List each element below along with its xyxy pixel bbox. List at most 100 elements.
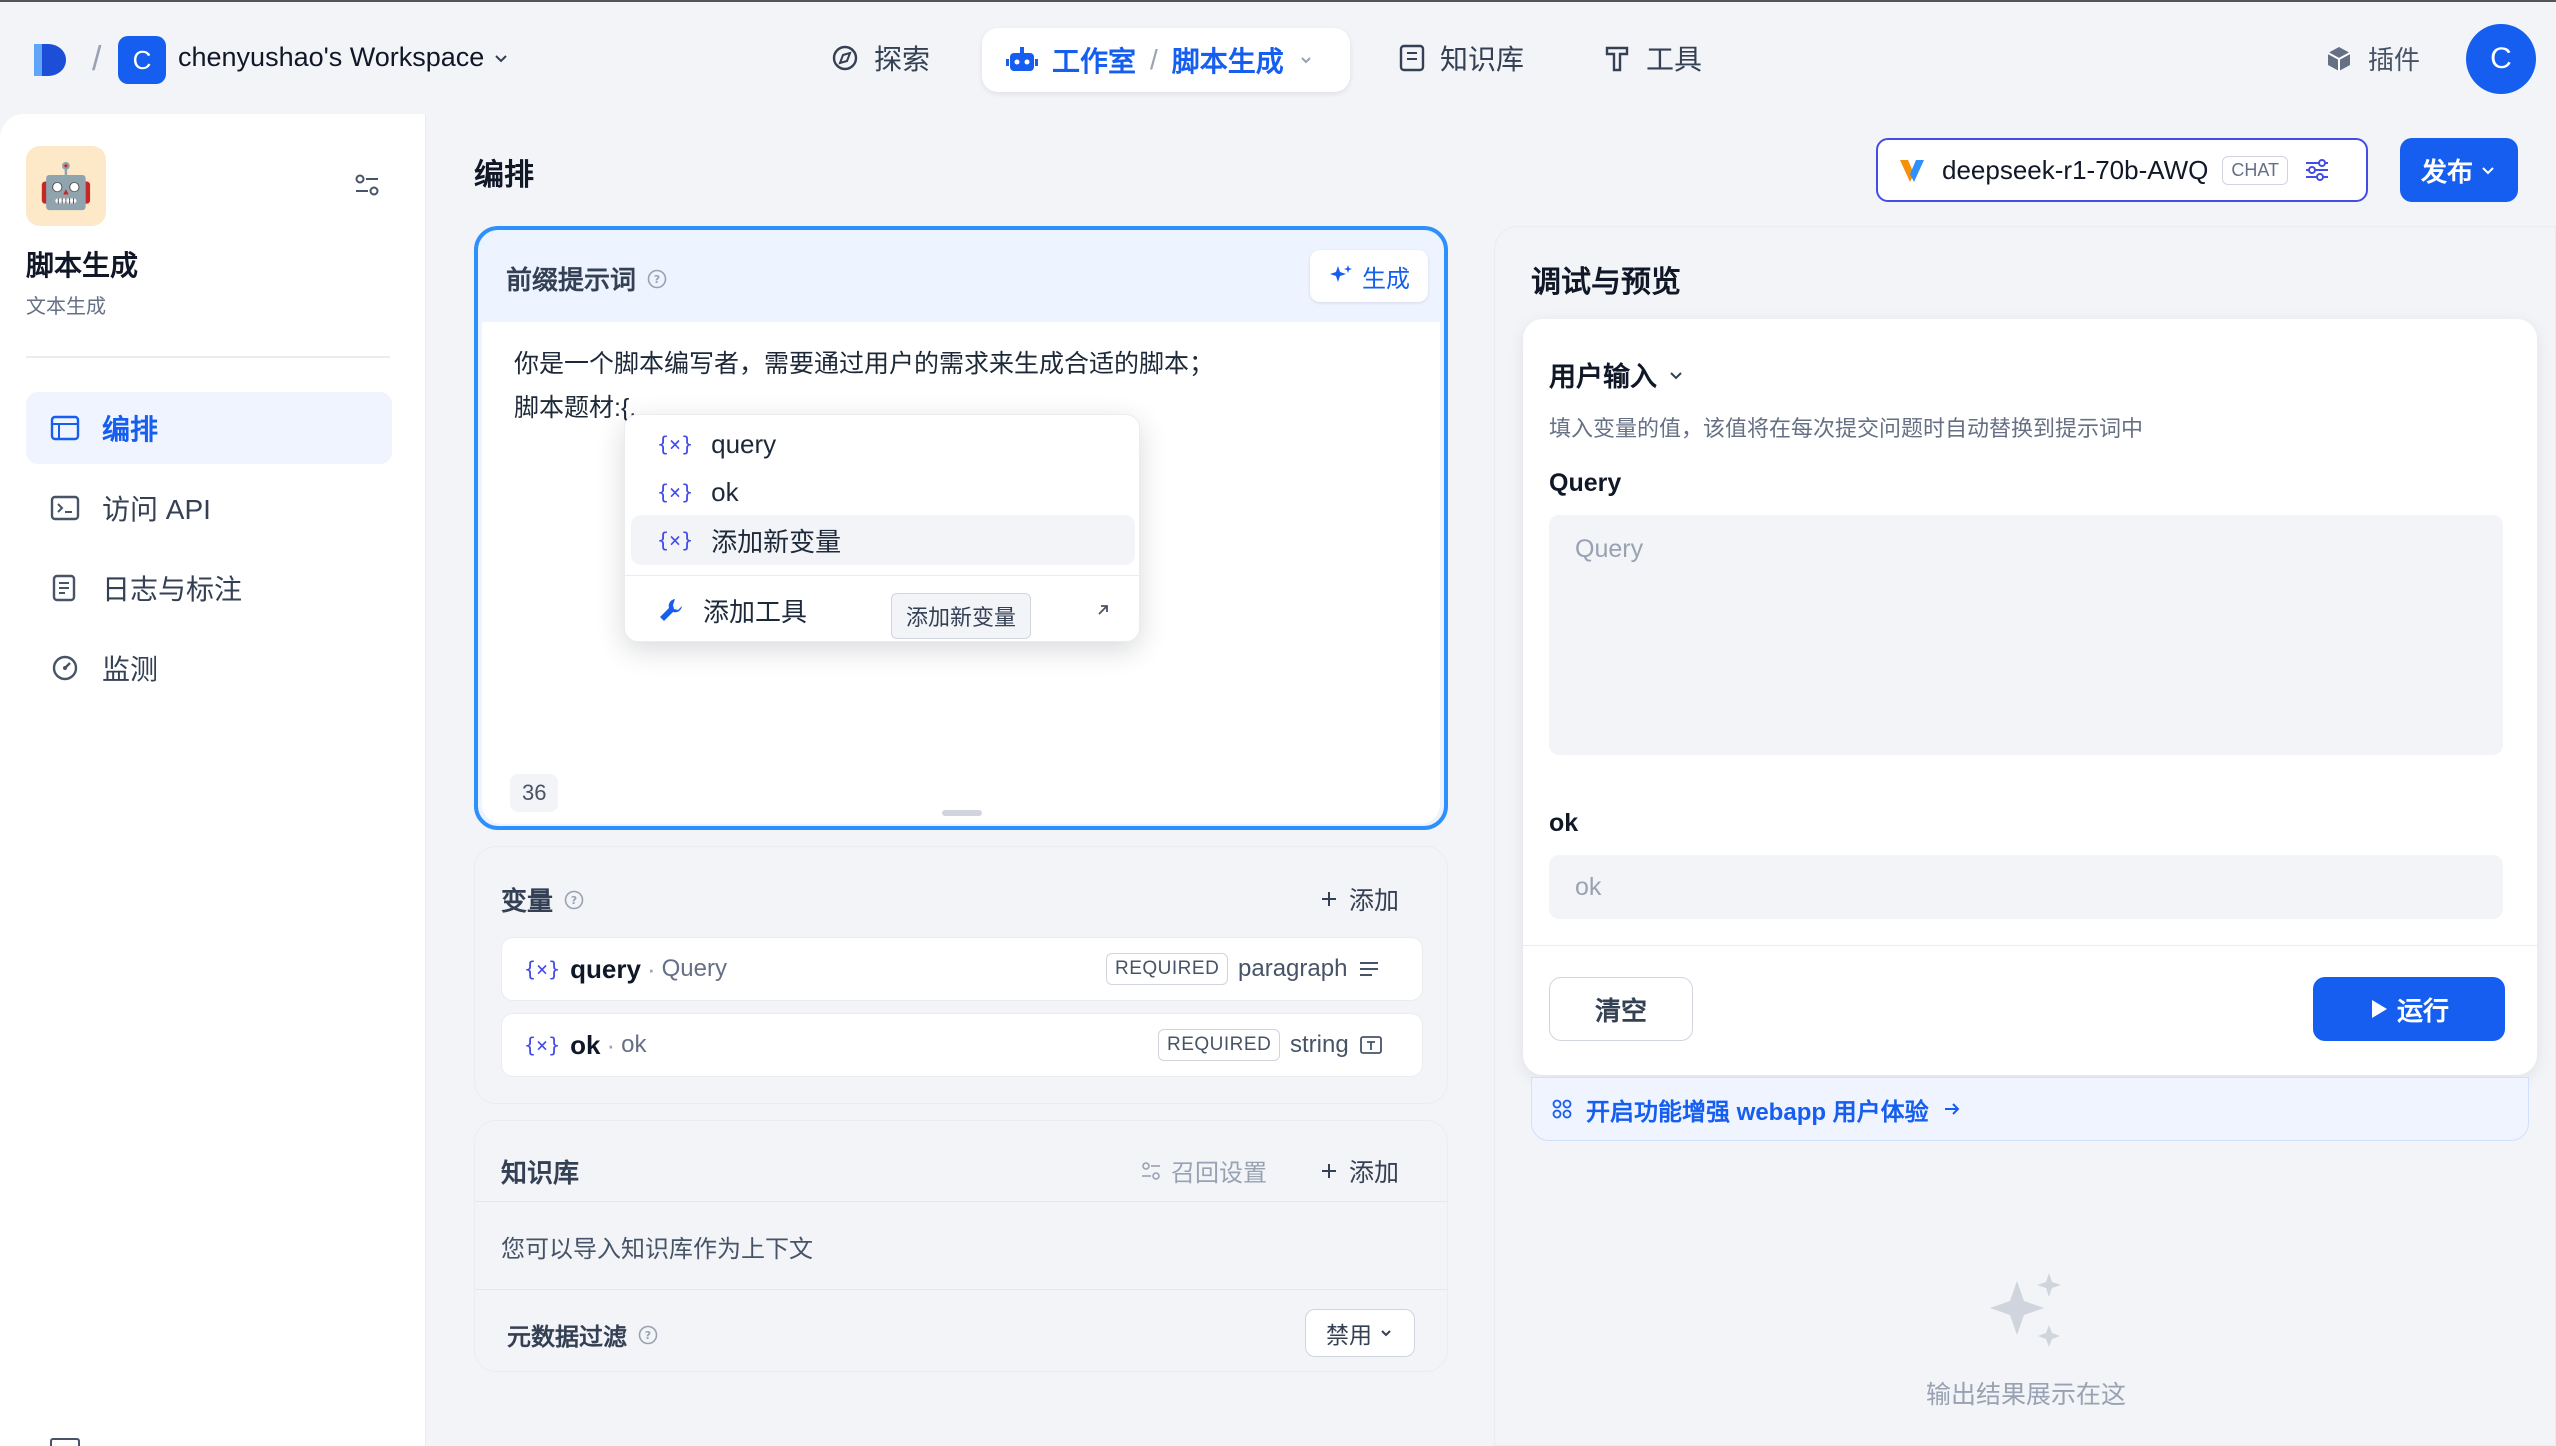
- breadcrumb-separator: /: [1150, 44, 1158, 75]
- chevron-down-icon: [1381, 1330, 1391, 1337]
- dropdown-item-query[interactable]: {×} query: [631, 419, 1135, 469]
- variable-icon: {×}: [657, 432, 694, 456]
- dropdown-item-add-tool[interactable]: 添加工具: [631, 585, 1135, 635]
- app-settings-icon[interactable]: [352, 170, 382, 200]
- add-label: 添加: [1349, 887, 1400, 915]
- dropdown-item-ok[interactable]: {×} ok: [631, 467, 1135, 517]
- user-input-toggle[interactable]: 用户输入: [1549, 355, 1685, 394]
- nav-tools[interactable]: 工具: [1602, 38, 1702, 78]
- variable-row-query[interactable]: {×} query · Query REQUIRED paragraph: [501, 937, 1423, 1001]
- generate-label: 生成: [1362, 265, 1410, 293]
- svg-text:?: ?: [654, 273, 660, 286]
- variable-icon: {×}: [524, 1033, 561, 1057]
- divider: [1523, 945, 2537, 946]
- prompt-title: 前缀提示词: [506, 265, 637, 295]
- paragraph-icon: [1360, 962, 1379, 976]
- chevron-down-icon: [495, 54, 508, 62]
- model-name: deepseek-r1-70b-AWQ: [1942, 154, 2209, 185]
- plugins-button[interactable]: 插件: [2324, 40, 2420, 77]
- add-variable-button[interactable]: 添加: [1319, 881, 1399, 917]
- text-input-icon: [1359, 1036, 1382, 1054]
- clear-button[interactable]: 清空: [1549, 977, 1693, 1041]
- variable-key: query: [570, 953, 641, 984]
- variable-key: ok: [570, 1029, 601, 1060]
- sidebar-item-monitor[interactable]: 监测: [26, 632, 392, 704]
- sidebar-item-label: 监测: [102, 654, 159, 685]
- required-badge: REQUIRED: [1158, 1029, 1281, 1061]
- grid-icon: [1552, 1099, 1572, 1119]
- enhance-webapp-link[interactable]: 开启功能增强 webapp 用户体验: [1531, 1077, 2529, 1141]
- ok-input[interactable]: ok: [1549, 855, 2503, 919]
- chevron-down-icon: [1670, 371, 1682, 379]
- model-selector[interactable]: deepseek-r1-70b-AWQ CHAT: [1876, 138, 2368, 202]
- query-textarea[interactable]: Query: [1549, 515, 2503, 755]
- dropdown-item-label: 添加新变量: [711, 526, 842, 557]
- user-input-title: 用户输入: [1549, 362, 1657, 392]
- dropdown-item-add-variable[interactable]: {×} 添加新变量: [631, 515, 1135, 565]
- variables-card: 变量 ? 添加 {×} query · Query REQUIRED parag…: [474, 846, 1448, 1104]
- publish-button[interactable]: 发布: [2400, 138, 2518, 202]
- sidebar-item-orchestrate[interactable]: 编排: [26, 392, 392, 464]
- add-knowledge-button[interactable]: 添加: [1319, 1153, 1399, 1189]
- variable-type-label: string: [1290, 1031, 1349, 1058]
- book-icon: [1399, 44, 1425, 72]
- current-app-label[interactable]: 脚本生成: [1172, 40, 1284, 80]
- variable-icon: {×}: [657, 528, 694, 552]
- separator-dot: ·: [646, 953, 656, 984]
- recall-label: 召回设置: [1171, 1160, 1267, 1187]
- app-name: 脚本生成: [26, 250, 139, 281]
- terminal-icon: [50, 495, 80, 521]
- sidebar-item-api[interactable]: 访问 API: [26, 472, 392, 544]
- nav-studio[interactable]: 工作室 / 脚本生成: [982, 28, 1350, 92]
- variables-title: 变量: [501, 886, 554, 916]
- sidebar-item-label: 编排: [102, 414, 159, 445]
- chevron-down-icon: [1301, 57, 1311, 64]
- workspace-selector[interactable]: chenyushao's Workspace: [178, 42, 510, 73]
- required-badge: REQUIRED: [1106, 953, 1229, 985]
- publish-label: 发布: [2420, 156, 2473, 187]
- help-icon[interactable]: ?: [646, 268, 668, 290]
- collapse-sidebar-icon[interactable]: [50, 1438, 80, 1446]
- metadata-filter-value: 禁用: [1326, 1322, 1372, 1348]
- page-title: 编排: [474, 159, 534, 192]
- nav-explore[interactable]: 探索: [830, 38, 930, 78]
- wrench-icon: [660, 599, 682, 621]
- nav-explore-label: 探索: [874, 44, 931, 75]
- sparkle-icon: [1330, 265, 1352, 282]
- field-label-ok: ok: [1549, 809, 1579, 837]
- sparkles-icon: [1990, 1273, 2061, 1347]
- add-label: 添加: [1349, 1159, 1400, 1187]
- dify-logo[interactable]: [30, 40, 70, 80]
- empty-output: 输出结果展示在这: [1495, 1267, 2556, 1411]
- recall-settings-button[interactable]: 召回设置: [1139, 1153, 1267, 1188]
- tooltip: 添加新变量: [891, 593, 1032, 639]
- sliders-icon[interactable]: [2302, 155, 2332, 185]
- gauge-icon: [52, 655, 78, 681]
- generate-prompt-button[interactable]: 生成: [1310, 250, 1428, 302]
- variable-label: Query: [661, 955, 727, 982]
- arrow-right-icon: [1944, 1103, 1960, 1115]
- plus-icon: [1322, 892, 1336, 906]
- nav-knowledge[interactable]: 知识库: [1398, 38, 1524, 78]
- model-mode-badge: CHAT: [2222, 155, 2289, 185]
- dropdown-item-label: ok: [711, 476, 739, 507]
- svg-text:?: ?: [645, 1329, 651, 1342]
- svg-text:?: ?: [571, 894, 577, 907]
- run-button[interactable]: 运行: [2313, 977, 2505, 1041]
- empty-output-label: 输出结果展示在这: [1925, 1381, 2126, 1409]
- variable-row-ok[interactable]: {×} ok · ok REQUIRED string: [501, 1013, 1423, 1077]
- workspace-avatar[interactable]: C: [118, 36, 166, 84]
- metadata-filter-select[interactable]: 禁用: [1305, 1309, 1415, 1357]
- user-avatar[interactable]: C: [2466, 24, 2536, 94]
- nav-studio-label: 工作室: [1052, 46, 1137, 77]
- divider: [475, 1201, 1447, 1202]
- nav-tools-label: 工具: [1646, 44, 1703, 75]
- prompt-header: 前缀提示词 ?: [506, 260, 668, 297]
- help-icon[interactable]: ?: [563, 889, 585, 911]
- plus-icon: [1322, 1164, 1336, 1178]
- dropdown-item-label: query: [711, 428, 777, 459]
- resize-handle[interactable]: [942, 810, 982, 816]
- sidebar-item-logs[interactable]: 日志与标注: [26, 552, 392, 624]
- help-icon[interactable]: ?: [637, 1324, 659, 1346]
- variables-header: 变量 ?: [501, 881, 585, 918]
